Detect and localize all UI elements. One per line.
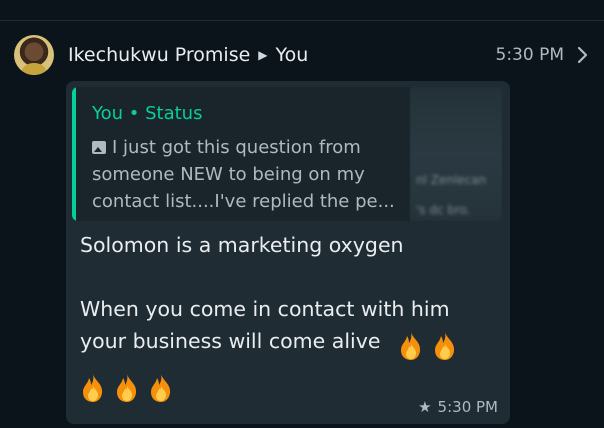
quote-title: You • Status [92, 103, 203, 124]
sender-name: Ikechukwu Promise [68, 44, 251, 66]
message-header: Ikechukwu Promise ▶ You 5:30 PM [14, 34, 590, 76]
header-time-link[interactable]: 5:30 PM [496, 45, 591, 65]
message-bubble[interactable]: You • Status I just got this question fr… [66, 81, 510, 424]
fire-emoji-icon [401, 332, 421, 360]
fire-emoji-icon [151, 374, 171, 402]
quote-accent-bar [72, 87, 76, 221]
recipient-name: You [275, 44, 309, 66]
message-time: 5:30 PM [437, 398, 498, 416]
fire-emoji-icon [117, 374, 137, 402]
message-line-1: Solomon is a marketing oxygen [80, 233, 404, 257]
image-icon [92, 141, 106, 154]
chevron-right-icon[interactable] [576, 45, 590, 65]
play-arrow-icon: ▶ [258, 48, 268, 62]
quote-text: I just got this question from someone NE… [92, 137, 395, 212]
avatar[interactable] [14, 35, 54, 75]
header-time: 5:30 PM [495, 45, 565, 65]
status-thumbnail[interactable]: nl Zenlecan 's dc bro. [410, 87, 502, 221]
quoted-status[interactable]: You • Status I just got this question fr… [72, 87, 502, 221]
top-divider [0, 20, 604, 21]
message-line-2: When you come in contact with him your b… [80, 297, 450, 353]
fire-emoji-icon [435, 332, 455, 360]
star-icon: ★ [418, 398, 432, 416]
message-footer: ★ 5:30 PM [418, 398, 498, 416]
sender-line: Ikechukwu Promise ▶ You [68, 44, 308, 66]
emoji-inline-group [398, 331, 466, 361]
quote-text-block: I just got this question from someone NE… [92, 134, 410, 215]
emoji-row [80, 373, 182, 403]
fire-emoji-icon [83, 374, 103, 402]
